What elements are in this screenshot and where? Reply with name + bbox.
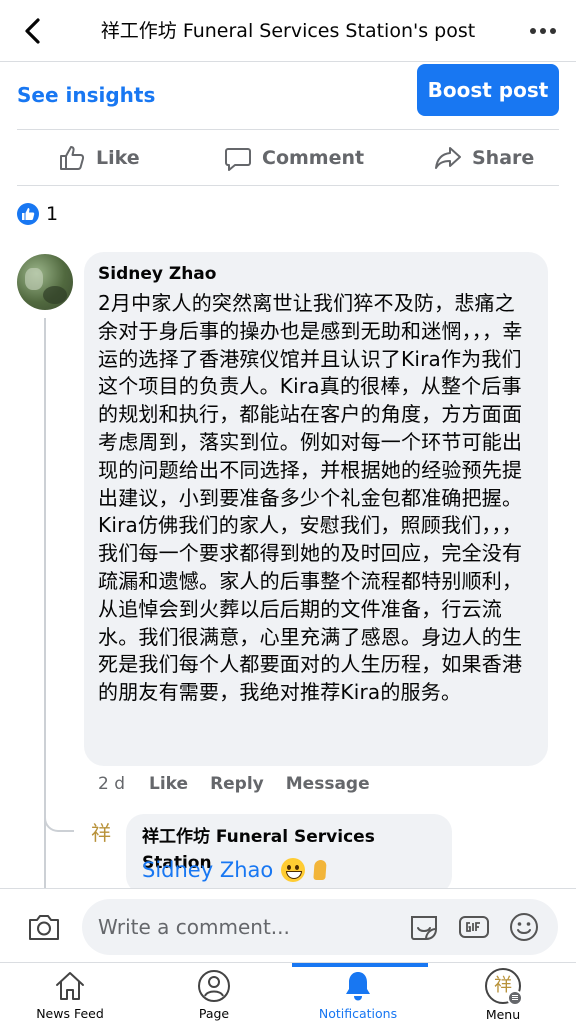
comment-text: 2月中家人的突然离世让我们猝不及防，悲痛之余对于身后事的操办也是感到无助和迷惘，…	[98, 291, 523, 705]
comment-time: 2 d	[98, 774, 126, 794]
comment-reply-button[interactable]: Reply	[210, 770, 264, 798]
comment-author[interactable]: Sidney Zhao	[98, 262, 534, 286]
hamburger-badge-icon	[507, 990, 523, 1006]
insights-row: See insights Boost post	[0, 62, 576, 130]
reply-text: Sidney Zhao	[142, 858, 436, 882]
grinning-face-icon	[281, 858, 306, 882]
comment-label: Comment	[262, 147, 365, 169]
emoji-icon[interactable]	[508, 911, 540, 943]
header-bar: 祥工作坊 Funeral Services Station's post	[0, 0, 576, 62]
menu-avatar: 祥	[485, 968, 523, 1006]
like-reaction-icon	[17, 203, 39, 225]
nav-news-feed[interactable]: News Feed	[10, 963, 130, 1024]
nav-page-label: Page	[198, 1006, 230, 1021]
comment-button[interactable]: Comment	[224, 132, 364, 184]
reaction-summary[interactable]: 1	[17, 202, 58, 226]
gif-icon[interactable]	[458, 911, 490, 943]
comment-bubble-icon	[225, 148, 251, 171]
home-icon	[56, 972, 84, 1000]
nav-notifications[interactable]: Notifications	[298, 963, 418, 1024]
page-logo-icon[interactable]: 祥	[86, 818, 116, 848]
page-title: 祥工作坊 Funeral Services Station's post	[100, 20, 476, 42]
profile-icon	[198, 970, 230, 1002]
avatar[interactable]	[17, 254, 73, 310]
sticker-icon[interactable]	[408, 911, 440, 943]
divider	[17, 185, 559, 186]
nav-page[interactable]: Page	[154, 963, 274, 1024]
nav-menu-label: Menu	[485, 1007, 521, 1022]
camera-icon[interactable]	[26, 909, 62, 945]
comment-message-button[interactable]: Message	[286, 770, 370, 798]
like-label: Like	[96, 147, 140, 169]
divider	[17, 129, 559, 130]
bell-icon	[346, 972, 370, 1001]
share-arrow-icon	[435, 147, 461, 169]
share-label: Share	[472, 147, 535, 169]
mention-link[interactable]: Sidney Zhao	[142, 858, 273, 882]
comment-bubble[interactable]: Sidney Zhao 2月中家人的突然离世让我们猝不及防，悲痛之余对于身后事的…	[84, 252, 548, 766]
bottom-navigation: News Feed Page Notifications 祥 Menu	[0, 962, 576, 1024]
reply-author[interactable]: 祥工作坊 Funeral Services Station	[142, 824, 436, 873]
comment-like-button[interactable]: Like	[149, 770, 188, 798]
nav-notifications-label: Notifications	[318, 1006, 398, 1021]
reaction-count: 1	[46, 203, 59, 225]
reply-connector	[44, 800, 74, 832]
more-options-icon[interactable]	[530, 20, 556, 42]
comment-input[interactable]	[98, 899, 398, 955]
nav-menu[interactable]: 祥 Menu	[443, 963, 563, 1024]
share-button[interactable]: Share	[434, 132, 534, 184]
boost-post-button[interactable]: Boost post	[417, 64, 559, 116]
folded-hands-icon	[308, 858, 332, 882]
nav-news-feed-label: News Feed	[36, 1006, 104, 1021]
thumbs-up-icon	[60, 146, 85, 170]
comment-box[interactable]	[82, 899, 558, 955]
comment-meta: 2 d Like Reply Message	[98, 770, 392, 798]
reply-bubble[interactable]: 祥工作坊 Funeral Services Station Sidney Zha…	[126, 814, 452, 894]
comment-composer	[0, 888, 576, 964]
like-button[interactable]: Like	[58, 132, 140, 184]
see-insights-link[interactable]: See insights	[17, 74, 155, 116]
back-arrow-icon[interactable]	[18, 16, 48, 46]
